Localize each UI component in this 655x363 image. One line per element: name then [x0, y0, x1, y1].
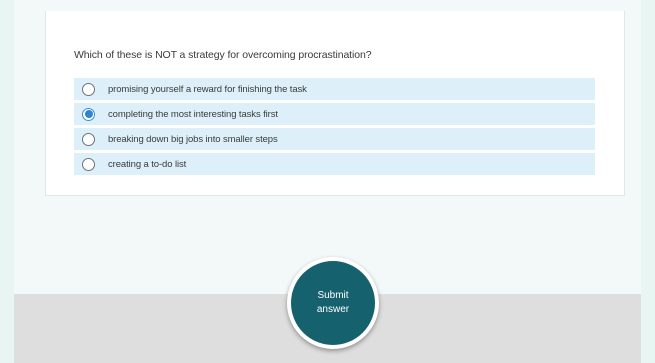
answer-option-label: breaking down big jobs into smaller step… [108, 133, 278, 145]
radio-selected-dot [84, 110, 93, 118]
answer-option-todo-list[interactable]: creating a to-do list [74, 153, 595, 175]
answer-option-label: promising yourself a reward for finishin… [108, 83, 307, 95]
answer-option-label: creating a to-do list [108, 158, 187, 170]
answer-option-interesting-tasks[interactable]: completing the most interesting tasks fi… [74, 103, 595, 125]
question-text: Which of these is NOT a strategy for ove… [74, 49, 372, 61]
submit-label-line2: answer [316, 304, 350, 315]
radio-button-reward[interactable] [82, 82, 95, 96]
radio-button-todo-list[interactable] [82, 157, 95, 171]
answer-option-reward[interactable]: promising yourself a reward for finishin… [74, 78, 595, 100]
quiz-card: Which of these is NOT a strategy for ove… [45, 11, 625, 196]
radio-button-smaller-steps[interactable] [82, 132, 95, 146]
submit-label-line1: Submit [317, 290, 349, 301]
submit-answer-button[interactable]: Submit answer [287, 257, 379, 349]
answer-option-smaller-steps[interactable]: breaking down big jobs into smaller step… [74, 128, 595, 150]
radio-button-interesting-tasks[interactable] [82, 107, 95, 121]
answer-options: promising yourself a reward for finishin… [74, 78, 595, 178]
answer-option-label: completing the most interesting tasks fi… [108, 108, 278, 120]
